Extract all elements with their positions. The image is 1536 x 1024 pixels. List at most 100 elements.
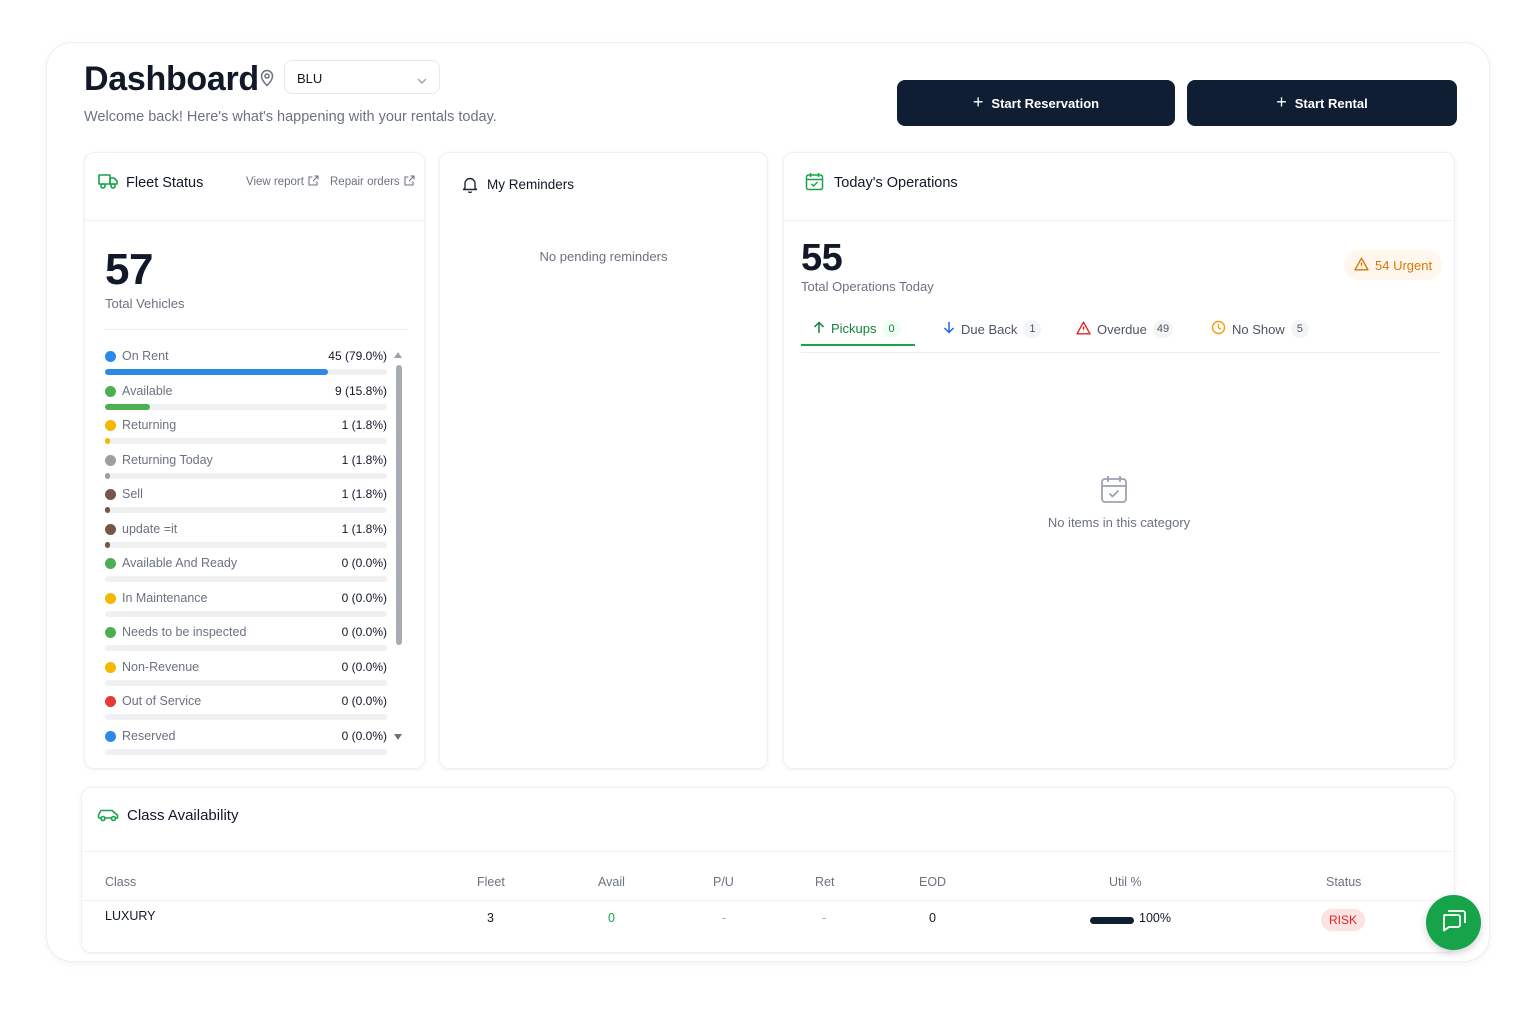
start-reservation-button[interactable]: + Start Reservation [897,80,1175,126]
status-progress-track [105,507,387,513]
alert-triangle-icon [1354,257,1369,274]
util-progress-bar [1090,917,1134,924]
view-report-label: View report [246,176,304,188]
total-operations-count: 55 [801,237,843,279]
status-label: Returning Today [122,452,213,467]
repair-orders-link[interactable]: Repair orders [330,175,415,189]
status-dot [105,592,116,604]
external-link-icon [308,175,319,189]
fleet-status-list: On Rent 45 (79.0%) Available 9 (15.8%) Retur… [105,349,387,763]
status-value: 9 (15.8%) [334,383,387,398]
cell-avail: 0 [608,911,615,925]
location-select[interactable]: BLU [284,60,440,94]
page-title: Dashboard [84,60,259,98]
fleet-status-row: Available 9 (15.8%) [105,384,387,419]
scroll-down-arrow-icon[interactable] [394,734,402,740]
col-header-class[interactable]: Class [105,875,136,889]
scrollbar-thumb[interactable] [396,365,402,645]
status-value: 0 (0.0%) [341,728,387,743]
tab-overdue[interactable]: Overdue 49 [1064,313,1185,345]
status-dot [105,627,116,638]
status-dot [105,558,116,569]
status-label: On Rent [122,349,169,363]
cell-class: LUXURY [105,909,156,923]
urgent-badge[interactable]: 54 Urgent [1344,250,1443,280]
status-label: Available [122,383,173,398]
col-header-status[interactable]: Status [1326,875,1361,889]
truck-icon [98,172,118,195]
cell-ret: - [822,911,827,925]
status-dot [105,523,116,535]
status-progress-track [105,679,387,686]
status-progress-fill [105,472,111,479]
status-value: 1 (1.8%) [341,521,387,536]
total-vehicles-count: 57 [105,245,153,294]
view-report-link[interactable]: View report [246,175,319,189]
map-pin-icon [259,69,275,92]
cell-pu: - [722,911,727,925]
fleet-status-card: Fleet Status View report Repair orders 5… [84,152,425,769]
tab-no-show[interactable]: No Show 5 [1199,313,1321,345]
chat-button[interactable] [1426,895,1481,950]
status-label: Reserved [122,728,176,743]
reminders-empty-text: No pending reminders [539,249,668,264]
fleet-status-scrollbar[interactable] [394,350,403,744]
clock-icon [1211,320,1226,338]
status-label: In Maintenance [122,590,208,605]
status-value: 0 (0.0%) [341,694,387,708]
fleet-status-row: Needs to be inspected 0 (0.0%) [105,625,387,660]
status-dot [105,661,116,673]
start-rental-button[interactable]: + Start Rental [1187,80,1457,126]
tab-due-back-count: 1 [1023,320,1042,338]
status-value: 1 (1.8%) [341,452,387,467]
col-header-pu[interactable]: P/U [713,875,734,889]
tab-overdue-count: 49 [1152,320,1174,338]
status-progress-fill [105,403,150,410]
tab-due-back[interactable]: Due Back 1 [931,313,1053,345]
class-availability-title: Class Availability [127,807,239,824]
status-progress-track [105,576,387,582]
status-progress-fill [105,369,328,375]
tab-overdue-label: Overdue [1097,321,1147,337]
col-header-fleet[interactable]: Fleet [477,875,505,889]
fleet-status-title: Fleet Status [126,175,204,191]
chevron-down-icon [417,73,427,88]
todays-operations-card: Today's Operations 55 Total Operations T… [783,152,1455,769]
scroll-up-arrow-icon[interactable] [394,352,402,358]
status-dot [105,385,116,397]
status-label: Non-Revenue [122,659,200,674]
tab-pickups-label: Pickups [831,321,877,336]
status-value: 0 (0.0%) [341,659,387,674]
status-progress-track [105,438,387,444]
status-dot [105,420,116,431]
status-label: update =it [122,521,178,536]
tab-pickups[interactable]: Pickups 0 [801,313,915,346]
class-availability-header [82,788,1454,852]
col-header-util[interactable]: Util % [1109,875,1142,889]
chat-icon [1441,908,1467,937]
status-value: 1 (1.8%) [341,487,387,501]
location-select-value: BLU [297,71,323,86]
start-rental-label: Start Rental [1294,95,1368,111]
status-label: Needs to be inspected [122,625,247,639]
arrow-down-icon [943,321,955,337]
status-label: Available And Ready [122,556,238,570]
cell-eod: 0 [929,911,936,925]
status-label: Sell [122,487,143,501]
status-progress-track [105,472,387,479]
external-link-icon [404,175,415,189]
fleet-status-row: Sell 1 (1.8%) [105,487,387,522]
fleet-status-row: update =it 1 (1.8%) [105,522,387,557]
util-progress-fill [1090,917,1134,924]
status-value: 45 (79.0%) [328,349,387,363]
status-dot [105,454,116,466]
urgent-badge-label: 54 Urgent [1375,257,1433,273]
fleet-status-row: Available And Ready 0 (0.0%) [105,556,387,591]
col-header-avail[interactable]: Avail [598,875,625,889]
col-header-ret[interactable]: Ret [815,875,834,889]
start-reservation-label: Start Reservation [991,95,1100,111]
status-dot [105,730,116,742]
alert-triangle-icon [1076,321,1091,338]
col-header-eod[interactable]: EOD [919,875,946,889]
status-progress-fill [105,541,111,548]
